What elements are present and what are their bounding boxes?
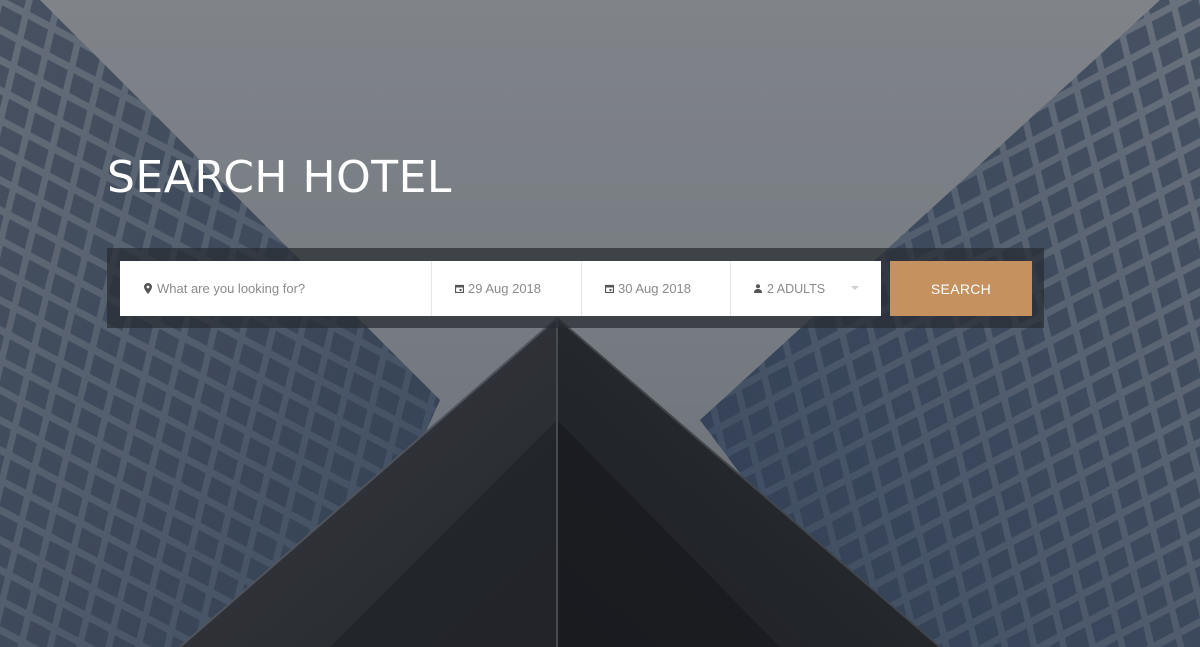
checkin-date-value: 29 Aug 2018	[468, 281, 542, 296]
search-bar: 29 Aug 2018 30 Aug 2018	[107, 248, 1044, 328]
checkout-date-field[interactable]: 30 Aug 2018	[582, 261, 731, 316]
keyword-input[interactable]	[157, 281, 397, 296]
guests-select[interactable]: 2 ADULTS	[731, 261, 881, 316]
map-pin-icon	[142, 283, 154, 295]
calendar-icon	[603, 283, 615, 295]
search-fields: 29 Aug 2018 30 Aug 2018	[120, 261, 881, 316]
checkout-date-value: 30 Aug 2018	[618, 281, 692, 296]
search-button[interactable]: SEARCH	[890, 261, 1032, 316]
person-icon	[752, 283, 764, 295]
calendar-icon	[453, 283, 465, 295]
page-title: SEARCH HOTEL	[107, 152, 452, 203]
hero-section: SEARCH HOTEL What are you looking for? 2…	[0, 0, 1200, 647]
chevron-down-icon	[851, 286, 859, 290]
checkin-date-field[interactable]: 29 Aug 2018	[432, 261, 582, 316]
keyword-field[interactable]	[120, 261, 432, 316]
guests-value: 2 ADULTS	[767, 281, 826, 296]
